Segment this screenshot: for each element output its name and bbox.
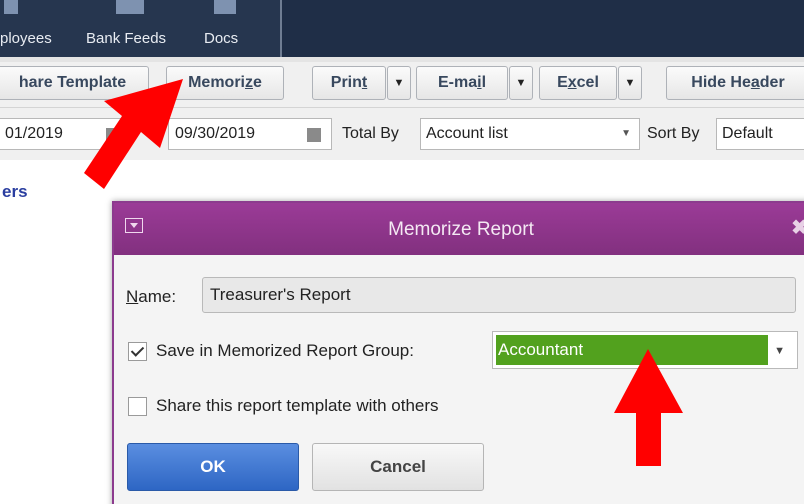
calendar-icon[interactable] [106, 128, 120, 142]
nav-employees[interactable]: ployees [0, 0, 70, 57]
chevron-down-icon: ▼ [393, 77, 405, 89]
excel-button[interactable]: Excel [539, 66, 617, 100]
nav-docs[interactable]: Docs [198, 0, 258, 57]
excel-label: Excel [557, 74, 599, 91]
cancel-button-label: Cancel [370, 457, 426, 476]
to-date-field[interactable]: 09/30/2019 [168, 118, 332, 150]
cancel-button[interactable]: Cancel [312, 443, 484, 491]
excel-dropdown-button[interactable]: ▼ [618, 66, 642, 100]
name-label: Name: [126, 287, 177, 306]
share-template-checkbox[interactable] [128, 397, 147, 416]
chevron-down-icon: ▼ [515, 77, 527, 89]
chevron-down-icon: ▼ [621, 128, 631, 139]
total-by-select[interactable]: Account list ▼ [420, 118, 640, 150]
share-template-button[interactable]: hare Template [0, 66, 149, 100]
from-date-value: 01/2019 [5, 125, 63, 142]
report-toolbar: hare Template Memorize Print ▼ E-mail ▼ … [0, 62, 804, 108]
memorize-report-dialog: Memorize Report ✖ Name: Treasurer's Repo… [112, 201, 804, 504]
report-filter-bar: 01/2019 09/30/2019 Total By Account list… [0, 108, 804, 160]
bank-feeds-icon [116, 0, 144, 14]
print-label: Print [330, 74, 368, 91]
sort-by-select[interactable]: Default [716, 118, 804, 150]
ok-button-label: OK [200, 457, 226, 476]
save-in-group-checkbox[interactable] [128, 342, 147, 361]
sort-by-value: Default [722, 125, 773, 142]
docs-icon [214, 0, 236, 14]
top-bar-divider [280, 0, 282, 57]
save-in-group-label: Save in Memorized Report Group: [156, 341, 414, 360]
chevron-down-icon[interactable]: ▼ [774, 345, 785, 357]
nav-bank-feeds[interactable]: Bank Feeds [82, 0, 186, 57]
report-group-select[interactable]: Accountant ▼ [492, 331, 798, 369]
memorize-label: Memorize [188, 74, 262, 91]
ok-button[interactable]: OK [127, 443, 299, 491]
nav-docs-label: Docs [204, 30, 239, 47]
dialog-title-bar[interactable]: Memorize Report ✖ [114, 203, 804, 255]
hide-header-label: Hide Header [691, 74, 785, 91]
total-by-value: Account list [426, 125, 508, 142]
email-button[interactable]: E-mail [416, 66, 508, 100]
report-group-value: Accountant [496, 335, 768, 365]
memorize-button[interactable]: Memorize [166, 66, 284, 100]
share-template-label: Share this report template with others [156, 396, 439, 415]
chevron-down-icon: ▼ [624, 77, 636, 89]
dialog-title: Memorize Report [388, 219, 534, 240]
close-icon[interactable]: ✖ [791, 215, 804, 240]
print-button[interactable]: Print [312, 66, 386, 100]
nav-bank-feeds-label: Bank Feeds [86, 30, 167, 47]
from-date-field[interactable]: 01/2019 [0, 118, 128, 150]
calendar-icon[interactable] [307, 128, 321, 142]
hide-header-button[interactable]: Hide Header [666, 66, 804, 100]
print-dropdown-button[interactable]: ▼ [387, 66, 411, 100]
name-input[interactable]: Treasurer's Report [202, 277, 796, 313]
nav-employees-label: ployees [0, 30, 52, 47]
total-by-label: Total By [342, 125, 399, 142]
share-template-label: hare Template [18, 74, 127, 91]
top-icon-bar: ployees Bank Feeds Docs [0, 0, 804, 57]
to-date-value: 09/30/2019 [175, 125, 256, 142]
employees-icon [4, 0, 18, 14]
report-heading: ers [2, 182, 28, 201]
email-dropdown-button[interactable]: ▼ [509, 66, 533, 100]
sort-by-label: Sort By [647, 125, 700, 142]
email-label: E-mail [437, 74, 487, 91]
screenshot: ployees Bank Feeds Docs hare Template Me… [0, 0, 804, 504]
name-input-value: Treasurer's Report [210, 285, 351, 304]
